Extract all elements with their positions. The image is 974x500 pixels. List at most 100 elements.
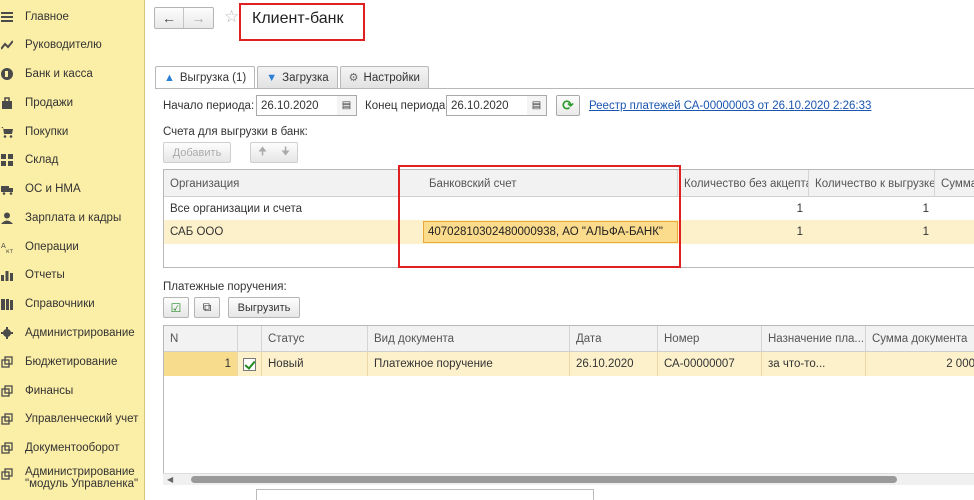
registry-link[interactable]: Реестр платежей СА-00000003 от 26.10.202… <box>589 100 871 112</box>
payments-table: N Статус Вид документа Дата Номер Назнач… <box>163 325 974 485</box>
move-buttons[interactable]: 🠉 🠋 <box>250 142 298 163</box>
cell-amount: 2 000 <box>946 358 974 370</box>
sidebar-item-reports[interactable]: Отчеты <box>0 261 144 289</box>
calendar-icon: ▤ <box>341 100 352 111</box>
payments-section-label: Платежные поручения: <box>163 281 287 293</box>
calendar-end-button[interactable]: ▤ <box>527 95 547 116</box>
main-area: ← → ☆ Клиент-банк ▲ Выгрузка (1) ▼ Загру… <box>146 0 974 500</box>
sidebar-item-purchases[interactable]: Покупки <box>0 118 144 146</box>
refresh-icon: ⟳ <box>562 97 574 113</box>
col-doc-type[interactable]: Вид документа <box>368 326 570 352</box>
comment-input[interactable] <box>256 489 594 500</box>
sidebar-item-budgeting[interactable]: Бюджетирование <box>0 348 144 376</box>
trend-chart-icon <box>1 39 13 51</box>
favorite-star-icon[interactable]: ☆ <box>224 7 239 27</box>
svg-text:кт: кт <box>6 248 13 253</box>
sidebar-item-label: Операции <box>25 241 79 253</box>
person-icon <box>1 212 13 224</box>
col-to-export[interactable]: Количество к выгрузке <box>809 170 935 197</box>
arrow-up-icon[interactable]: 🠉 <box>258 143 267 162</box>
col-status[interactable]: Статус <box>262 326 368 352</box>
shopping-bag-icon <box>1 97 13 109</box>
col-check[interactable] <box>238 326 262 352</box>
link-out-icon <box>1 442 13 454</box>
col-n[interactable]: N <box>164 326 238 352</box>
link-out-icon <box>1 385 13 397</box>
sidebar-item-payroll[interactable]: Зарплата и кадры <box>0 204 144 232</box>
grid-icon <box>1 154 13 166</box>
tab-import[interactable]: ▼ Загрузка <box>257 66 338 88</box>
col-number[interactable]: Номер <box>658 326 762 352</box>
col-organization[interactable]: Организация <box>164 170 399 197</box>
select-all-button[interactable]: ☑ <box>163 297 189 318</box>
sidebar-item-label: Бюджетирование <box>25 356 118 368</box>
sidebar-item-operations[interactable]: Акт Операции <box>0 233 144 261</box>
accounts-section-label: Счета для выгрузки в банк: <box>163 126 308 138</box>
sidebar-item-label: Справочники <box>25 298 95 310</box>
sidebar-item-directories[interactable]: Справочники <box>0 290 144 318</box>
cell-date: 26.10.2020 <box>570 352 658 376</box>
check-list-icon: ☑ <box>170 300 182 315</box>
col-sum[interactable]: Сумма <box>935 170 974 197</box>
upload-arrow-icon: ▲ <box>164 72 175 84</box>
checkbox-checked[interactable] <box>243 357 256 371</box>
sidebar-item-administration[interactable]: Администрирование <box>0 319 144 347</box>
sidebar-item-warehouse[interactable]: Склад <box>0 146 144 174</box>
copy-button[interactable]: ⧉ <box>194 297 220 318</box>
arrow-left-icon: ← <box>162 10 176 26</box>
link-out-icon <box>1 356 13 368</box>
sidebar-item-label: Управленческий учет <box>25 413 139 425</box>
books-icon <box>1 298 13 310</box>
sidebar-item-label: Склад <box>25 154 59 166</box>
coin-icon <box>1 68 13 80</box>
period-start-input[interactable]: 26.10.2020 <box>256 95 343 116</box>
sidebar-item-label: Главное <box>25 11 69 23</box>
gear-icon <box>1 327 13 339</box>
forward-button[interactable]: → <box>184 8 213 28</box>
sidebar-item-bank[interactable]: Банк и касса <box>0 60 144 88</box>
cell-organization: Все организации и счета <box>170 203 302 215</box>
period-start-label: Начало периода: <box>163 100 255 112</box>
cell-number: СА-00000007 <box>658 352 762 376</box>
back-button[interactable]: ← <box>155 8 185 28</box>
sidebar-item-sales[interactable]: Продажи <box>0 89 144 117</box>
horizontal-scrollbar[interactable]: ◀ <box>163 473 974 485</box>
table-row[interactable]: 1 Новый Платежное поручение 26.10.2020 С… <box>164 352 974 376</box>
link-out-icon <box>1 413 13 425</box>
tab-label: Выгрузка (1) <box>179 72 247 84</box>
sidebar-item-document-flow[interactable]: Документооборот <box>0 434 144 462</box>
sidebar: Главное Руководителю Банк и касса Продаж… <box>0 0 145 500</box>
sidebar-item-fixed-assets[interactable]: ОС и НМА <box>0 175 144 203</box>
sidebar-item-manager[interactable]: Руководителю <box>0 31 144 59</box>
tab-export[interactable]: ▲ Выгрузка (1) <box>155 66 256 89</box>
arrow-down-icon[interactable]: 🠋 <box>281 143 290 162</box>
refresh-button[interactable]: ⟳ <box>556 95 580 116</box>
col-purpose[interactable]: Назначение пла... <box>762 326 866 352</box>
sidebar-item-main[interactable]: Главное <box>0 3 144 31</box>
sidebar-item-label: Банк и касса <box>25 68 93 80</box>
col-date[interactable]: Дата <box>570 326 658 352</box>
export-button[interactable]: Выгрузить <box>228 297 300 318</box>
cell-organization: САБ ООО <box>170 226 224 238</box>
cell-check[interactable] <box>238 352 262 376</box>
sidebar-item-admin-module[interactable]: Администрирование "модуль Управленка" <box>0 466 144 498</box>
col-amount[interactable]: Сумма документа <box>866 326 974 352</box>
download-arrow-icon: ▼ <box>266 71 278 84</box>
calendar-start-button[interactable]: ▤ <box>337 95 357 116</box>
scroll-thumb[interactable] <box>191 476 897 483</box>
cell-n: 1 <box>164 352 238 376</box>
period-end-input[interactable]: 26.10.2020 <box>446 95 533 116</box>
sidebar-item-finance[interactable]: Финансы <box>0 377 144 405</box>
sidebar-item-management-accounting[interactable]: Управленческий учет <box>0 405 144 433</box>
payments-table-header: N Статус Вид документа Дата Номер Назнач… <box>164 326 974 352</box>
bank-account-highlight <box>398 165 681 268</box>
scroll-left-icon[interactable]: ◀ <box>167 475 173 484</box>
period-end-label: Конец периода: <box>365 100 449 112</box>
col-no-accept[interactable]: Количество без акцепта <box>678 170 809 197</box>
tab-settings[interactable]: ⚙ Настройки <box>339 66 429 88</box>
cell-no-accept: 1 <box>796 203 803 215</box>
sidebar-item-label: Финансы <box>25 385 74 397</box>
add-button[interactable]: Добавить <box>163 142 231 163</box>
sidebar-item-label: Руководителю <box>25 39 102 51</box>
sidebar-item-label: Документооборот <box>25 442 120 454</box>
